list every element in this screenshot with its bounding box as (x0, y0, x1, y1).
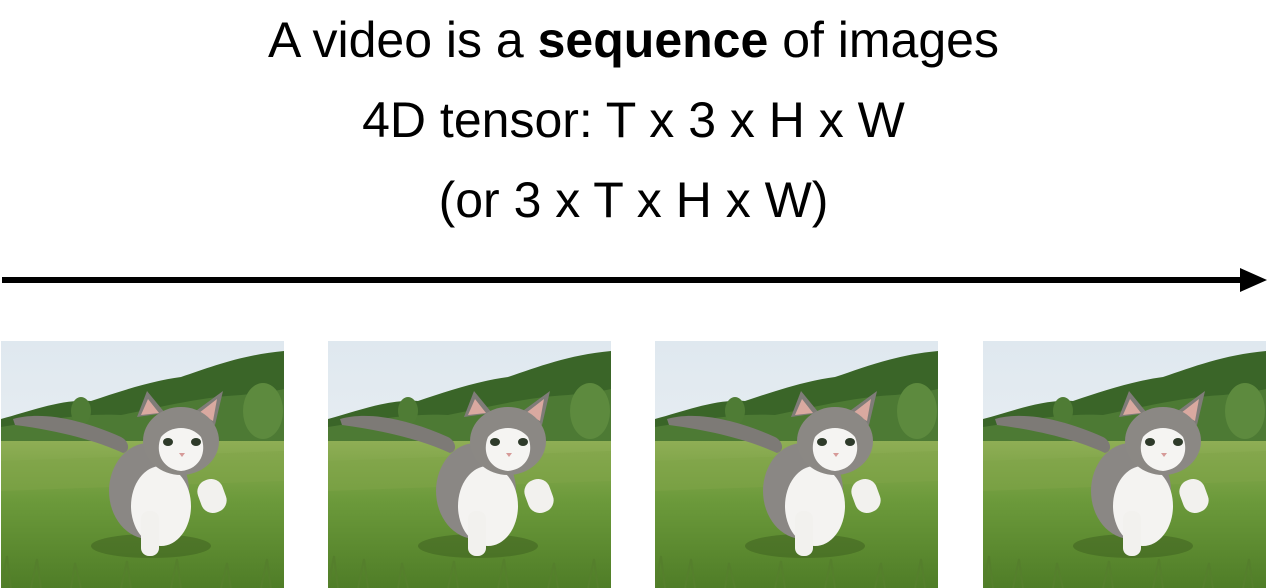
headline: A video is a sequence of images 4D tenso… (0, 0, 1267, 240)
headline-prefix: A video is a (268, 12, 538, 68)
headline-line-3: (or 3 x T x H x W) (438, 172, 829, 228)
kitten-frame-4 (983, 341, 1266, 588)
kitten-image (983, 341, 1266, 588)
time-arrow (2, 268, 1267, 292)
kitten-image (328, 341, 611, 588)
headline-line-2: 4D tensor: T x 3 x H x W (362, 92, 905, 148)
headline-line-1: A video is a sequence of images (0, 0, 1267, 80)
kitten-image (1, 341, 284, 588)
kitten-frame-3 (655, 341, 938, 588)
kitten-frame-1 (1, 341, 284, 588)
time-arrow-head (1240, 268, 1267, 292)
kitten-image (655, 341, 938, 588)
kitten-frame-2 (328, 341, 611, 588)
headline-suffix: of images (768, 12, 999, 68)
headline-bold-word: sequence (537, 12, 769, 68)
